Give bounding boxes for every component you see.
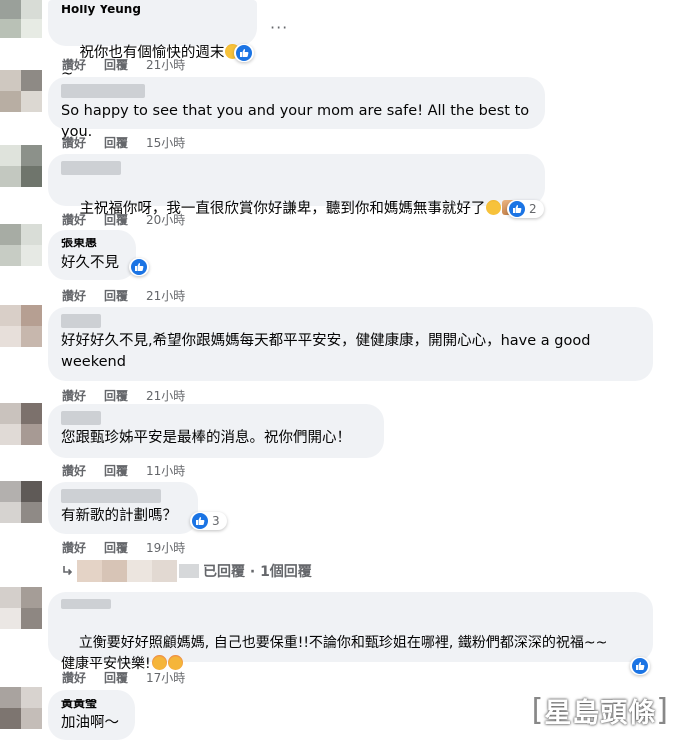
reaction-badge[interactable] [129,258,149,276]
reaction-badge[interactable] [234,44,254,62]
avatar[interactable] [0,481,42,523]
timestamp[interactable]: 17小時 [146,669,185,686]
reply-button[interactable]: 回覆 [104,462,146,479]
like-button[interactable]: 讚好 [62,387,104,404]
timestamp[interactable]: 20小時 [146,211,185,228]
comment-text: 有新歌的計劃嗎？ [61,508,177,524]
watermark-logo: [ 星島頭條 ] [531,693,669,729]
commenter-name[interactable] [61,314,101,328]
thumbs-up-icon [192,513,208,529]
comment-bubble: 黃黃瑩 加油啊～ [48,690,135,740]
comment-text: 好久不見 [61,255,119,271]
like-button[interactable]: 讚好 [62,287,104,304]
reply-summary: 已回覆 · 1個回覆 [203,564,312,580]
reply-button[interactable]: 回覆 [104,134,146,151]
timestamp[interactable]: 15小時 [146,134,185,151]
commenter-name[interactable] [61,161,121,175]
reaction-badge[interactable]: 2 [507,200,544,218]
thumbs-up-icon [236,45,252,61]
avatar[interactable] [0,687,42,729]
like-button[interactable]: 讚好 [62,462,104,479]
reply-button[interactable]: 回覆 [104,669,146,686]
avatar[interactable] [0,403,42,445]
reaction-badge[interactable]: 3 [190,512,227,530]
comment-bubble: 有新歌的計劃嗎？ [48,482,198,534]
reaction-count: 2 [529,202,537,216]
thumbs-up-icon [632,658,648,674]
comment-text: 好好好久不見,希望你跟媽媽每天都平平安安，健健康康，開開心心，have a go… [61,333,591,370]
smiling-face-with-hearts-icon [151,655,167,670]
comment-bubble: 張東惠 好久不見 [48,230,136,280]
comment-bubble: 主祝福你呀，我一直很欣賞你好謙卑，聽到你和媽媽無事就好了 [48,154,545,217]
timestamp[interactable]: 21小時 [146,287,185,304]
comment-bubble: 您跟甄珍姊平安是最棒的消息。祝你們開心！ [48,404,384,458]
reply-button[interactable]: 回覆 [104,287,146,304]
like-button[interactable]: 讚好 [62,211,104,228]
commenter-name[interactable] [61,84,145,98]
reaction-badge[interactable] [630,657,650,675]
like-button[interactable]: 讚好 [62,669,104,686]
comment-text: 您跟甄珍姊平安是最棒的消息。祝你們開心！ [61,430,351,446]
timestamp[interactable]: 11小時 [146,462,185,479]
replier-avatar [77,560,177,582]
commenter-name[interactable] [61,599,111,609]
comment-bubble: 好好好久不見,希望你跟媽媽每天都平平安安，健健康康，開開心心，have a go… [48,307,653,381]
comment-bubble: So happy to see that you and your mom ar… [48,77,545,140]
commenter-name[interactable] [61,411,101,425]
reply-button[interactable]: 回覆 [104,539,146,556]
watermark-text: 星島頭條 [544,698,657,729]
avatar[interactable] [0,145,42,187]
reply-arrow-icon [63,566,73,576]
timestamp[interactable]: 19小時 [146,539,185,556]
comment-text: 加油啊～ [61,715,119,731]
commenter-name[interactable]: 黃黃瑩 [61,699,123,710]
replier-name [179,564,199,578]
avatar[interactable] [0,224,42,266]
comment-bubble: 立衡要好好照顧媽媽, 自己也要保重!!不論你和甄珍姐在哪裡, 鐵粉們都深深的祝福… [48,592,653,672]
grinning-face-icon [486,200,502,215]
reply-button[interactable]: 回覆 [104,387,146,404]
avatar[interactable] [0,0,42,38]
avatar[interactable] [0,587,42,629]
avatar[interactable] [0,70,42,112]
view-replies-link[interactable]: 已回覆 · 1個回覆 [62,560,312,582]
commenter-name[interactable] [61,489,161,503]
comment-bubble: Holly Yeung 祝你也有個愉快的週末~ [48,0,257,82]
reaction-count: 3 [212,514,220,528]
thumbs-up-icon [131,259,147,275]
commenter-name[interactable]: 張東惠 [61,238,124,249]
like-button[interactable]: 讚好 [62,539,104,556]
like-button[interactable]: 讚好 [62,134,104,151]
reply-button[interactable]: 回覆 [104,56,146,73]
thumbs-up-icon [509,201,525,217]
comment-text: 立衡要好好照顧媽媽, 自己也要保重!!不論你和甄珍姐在哪裡, 鐵粉們都深深的祝福… [61,635,608,672]
like-button[interactable]: 讚好 [62,56,104,73]
more-options-icon[interactable]: ··· [270,18,288,37]
commenter-name[interactable]: Holly Yeung [61,5,245,16]
smiling-face-with-hearts-icon [167,655,183,670]
timestamp[interactable]: 21小時 [146,56,185,73]
reply-button[interactable]: 回覆 [104,211,146,228]
timestamp[interactable]: 21小時 [146,387,185,404]
avatar[interactable] [0,305,42,347]
